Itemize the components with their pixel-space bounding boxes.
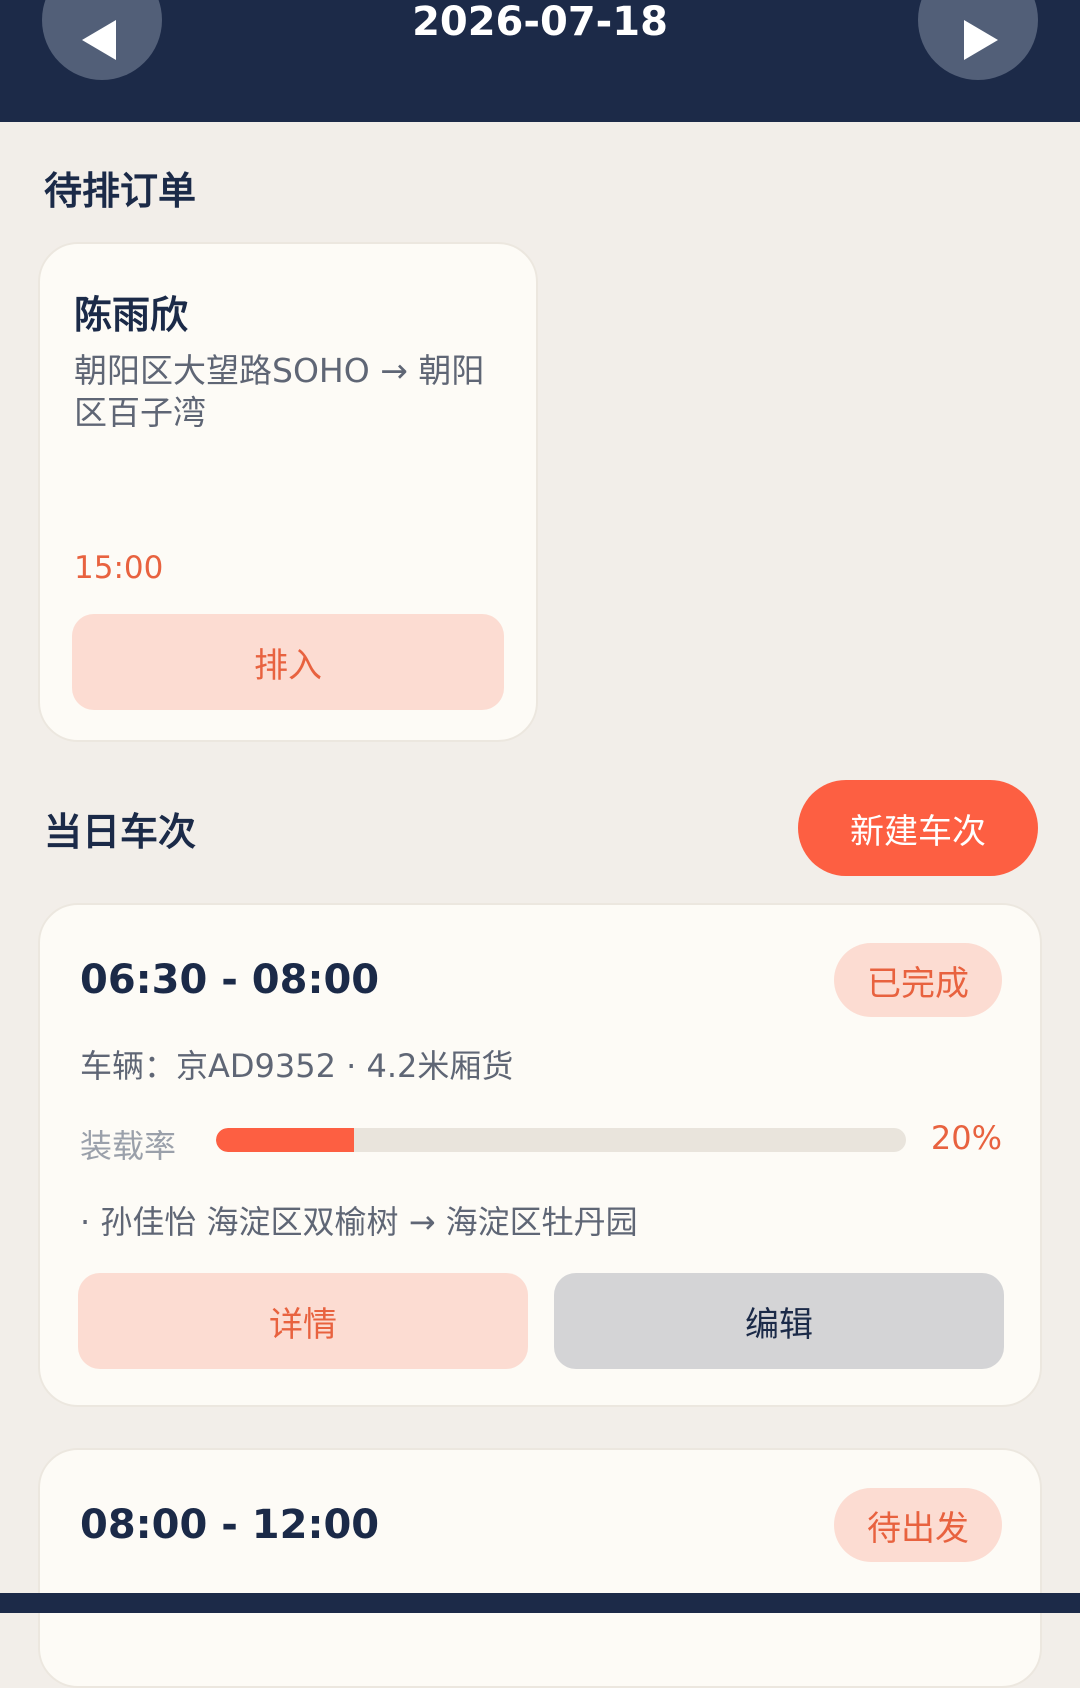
order-time: 15:00 xyxy=(74,550,164,586)
trip-card: 06:30 - 08:00 已完成 车辆：京AD9352 · 4.2米厢货 装载… xyxy=(38,903,1042,1407)
daily-trips-title: 当日车次 xyxy=(44,810,197,854)
status-badge: 已完成 xyxy=(834,943,1002,1017)
order-route: 朝阳区大望路SOHO → 朝阳区百子湾 xyxy=(74,351,485,432)
load-rate-bar xyxy=(216,1128,906,1152)
load-rate-fill xyxy=(216,1128,354,1152)
trip-detail-button[interactable]: 详情 xyxy=(78,1273,528,1369)
trip-time-range: 06:30 - 08:00 xyxy=(80,957,380,1003)
new-trip-button[interactable]: 新建车次 xyxy=(798,780,1038,876)
bottom-bar xyxy=(0,1593,1080,1613)
load-rate-label: 装载率 xyxy=(80,1127,177,1165)
top-header: 2026-07-18 xyxy=(0,0,1080,122)
pending-orders-title: 待排订单 xyxy=(44,169,197,213)
pending-order-card: 陈雨欣 朝阳区大望路SOHO → 朝阳区百子湾 15:00 排入 xyxy=(38,242,538,742)
status-badge: 待出发 xyxy=(834,1488,1002,1562)
trip-edit-button[interactable]: 编辑 xyxy=(554,1273,1004,1369)
order-customer-name: 陈雨欣 xyxy=(74,293,189,337)
triangle-right-icon xyxy=(964,20,998,60)
trip-vehicle: 车辆：京AD9352 · 4.2米厢货 xyxy=(80,1047,514,1085)
insert-order-button[interactable]: 排入 xyxy=(72,614,504,710)
next-date-button[interactable] xyxy=(918,0,1038,80)
trip-time-range: 08:00 - 12:00 xyxy=(80,1502,380,1548)
trip-stop-item: · 孙佳怡 海淀区双榆树 → 海淀区牡丹园 xyxy=(80,1203,638,1241)
load-rate-value: 20% xyxy=(930,1119,1002,1157)
trip-card: 08:00 - 12:00 待出发 xyxy=(38,1448,1042,1688)
